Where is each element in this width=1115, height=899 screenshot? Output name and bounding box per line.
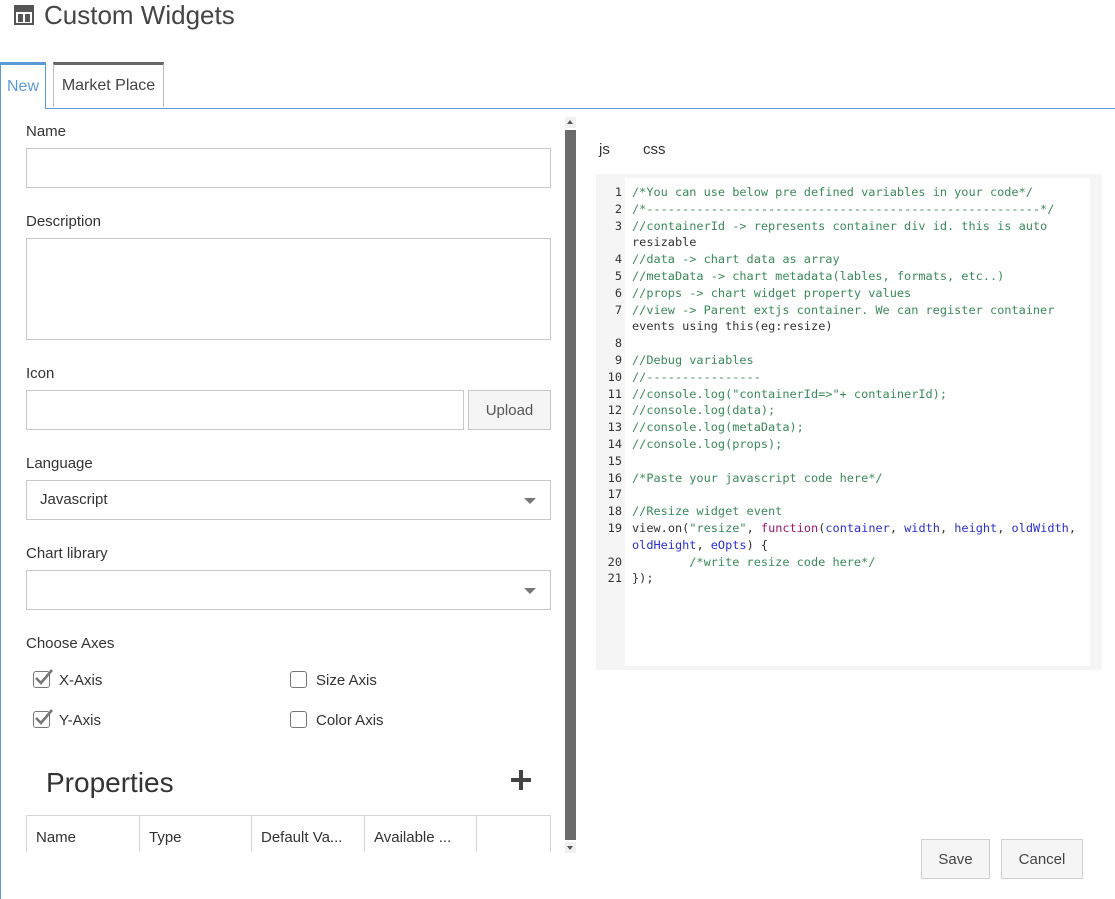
- column-header-type[interactable]: Type: [140, 816, 252, 852]
- color-axis-checkbox[interactable]: [290, 711, 307, 728]
- code-line: //Debug variables: [632, 353, 754, 367]
- line-number: 16: [607, 470, 622, 485]
- y-axis-checkbox[interactable]: [33, 709, 53, 728]
- code-line: /*You can use below pre defined variable…: [632, 185, 1033, 199]
- scroll-down-arrow-icon[interactable]: [565, 842, 576, 853]
- code-line: events using this(eg:resize): [632, 319, 833, 334]
- line-number: 2: [614, 201, 622, 216]
- line-number: 3: [614, 218, 622, 233]
- code-line: //console.log(data);: [632, 403, 776, 418]
- size-axis-checkbox[interactable]: [290, 671, 307, 688]
- column-header-extra[interactable]: [477, 816, 550, 852]
- code-line: resizable: [632, 235, 697, 250]
- color-axis-label: Color Axis: [316, 712, 384, 729]
- line-number: 7: [614, 302, 622, 317]
- line-number: 5: [614, 269, 622, 283]
- chart-library-label: Chart library: [26, 545, 108, 562]
- code-line: //data -> chart data as array: [632, 252, 840, 267]
- form-scrollbar[interactable]: [565, 117, 576, 853]
- line-number: 18: [607, 504, 622, 519]
- code-line: //containerId -> represents container di…: [632, 218, 1048, 233]
- add-property-icon[interactable]: [511, 770, 531, 790]
- name-label: Name: [26, 123, 67, 140]
- code-line: view.on("resize", function(container, wi…: [632, 521, 1076, 535]
- cancel-button[interactable]: Cancel: [1001, 839, 1083, 879]
- code-line: //----------------: [632, 369, 761, 384]
- line-number: 21: [607, 571, 622, 586]
- code-line: });: [632, 571, 654, 586]
- line-number: 15: [607, 453, 622, 468]
- y-axis-label: Y-Axis: [59, 712, 101, 729]
- column-header-default-value[interactable]: Default Va...: [252, 816, 365, 852]
- language-select[interactable]: Javascript: [26, 480, 551, 520]
- chevron-down-icon[interactable]: [524, 498, 536, 504]
- properties-title: Properties: [46, 767, 174, 798]
- code-line: /*write resize code here*/: [632, 554, 876, 569]
- line-number: 9: [614, 353, 622, 367]
- code-editor[interactable]: 1 /*You can use below pre defined variabl…: [596, 174, 1102, 670]
- x-axis-checkbox[interactable]: [33, 669, 53, 688]
- save-button[interactable]: Save: [921, 839, 990, 879]
- language-value: Javascript: [40, 491, 108, 508]
- line-number: 13: [607, 420, 622, 435]
- code-line: //props -> chart widget property values: [632, 285, 912, 300]
- chart-library-select[interactable]: [26, 570, 551, 610]
- tab-bar: New Market Place: [0, 62, 1115, 109]
- icon-input[interactable]: [26, 390, 464, 430]
- icon-label: Icon: [26, 365, 55, 382]
- page-header: Custom Widgets: [14, 0, 235, 30]
- code-line: //metaData -> chart metadata(lables, for…: [632, 269, 1005, 283]
- window-layout-icon: [14, 5, 34, 25]
- x-axis-label: X-Axis: [59, 672, 103, 689]
- line-number: 8: [614, 336, 622, 351]
- line-number: 14: [607, 437, 622, 451]
- upload-button[interactable]: Upload: [468, 390, 551, 430]
- scroll-up-arrow-icon[interactable]: [565, 117, 576, 128]
- column-header-name[interactable]: Name: [27, 816, 140, 852]
- line-number: 11: [607, 386, 622, 401]
- language-label: Language: [26, 455, 93, 472]
- choose-axes-label: Choose Axes: [26, 635, 115, 652]
- line-number: 12: [607, 403, 622, 418]
- code-line: //console.log("containerId=>"+ container…: [632, 386, 947, 401]
- code-line: oldHeight, eOpts) {: [632, 537, 769, 552]
- page-title: Custom Widgets: [44, 0, 235, 30]
- scrollbar-thumb[interactable]: [565, 130, 576, 840]
- code-line: /*--------------------------------------…: [632, 201, 1055, 216]
- editor-tab-css[interactable]: css: [643, 141, 666, 158]
- name-input[interactable]: [26, 148, 551, 188]
- column-header-available-values[interactable]: Available ...: [365, 816, 477, 852]
- size-axis-label: Size Axis: [316, 672, 377, 689]
- line-number: 10: [607, 369, 622, 384]
- line-number: 19: [607, 521, 622, 535]
- line-number: 17: [607, 487, 622, 502]
- chevron-down-icon[interactable]: [524, 588, 536, 594]
- line-number: 6: [614, 285, 622, 300]
- editor-tab-js[interactable]: js: [599, 141, 610, 158]
- code-line: //Resize widget event: [632, 504, 783, 519]
- code-line: //console.log(props);: [632, 437, 783, 451]
- panel-border: [0, 108, 1, 899]
- line-number: 4: [614, 252, 622, 267]
- code-line: /*Paste your javascript code here*/: [632, 470, 883, 485]
- description-label: Description: [26, 213, 102, 230]
- tab-market-place[interactable]: Market Place: [53, 62, 164, 107]
- code-line: //console.log(metaData);: [632, 420, 804, 435]
- checkmark-icon: [35, 709, 53, 725]
- checkmark-icon: [35, 669, 53, 685]
- properties-grid-header: Name Type Default Va... Available ...: [26, 815, 551, 852]
- code-line: //view -> Parent extjs container. We can…: [632, 302, 1055, 317]
- tab-new[interactable]: New: [0, 62, 46, 109]
- line-number: 1: [614, 185, 622, 199]
- description-textarea[interactable]: [26, 238, 551, 340]
- line-number: 20: [607, 554, 622, 569]
